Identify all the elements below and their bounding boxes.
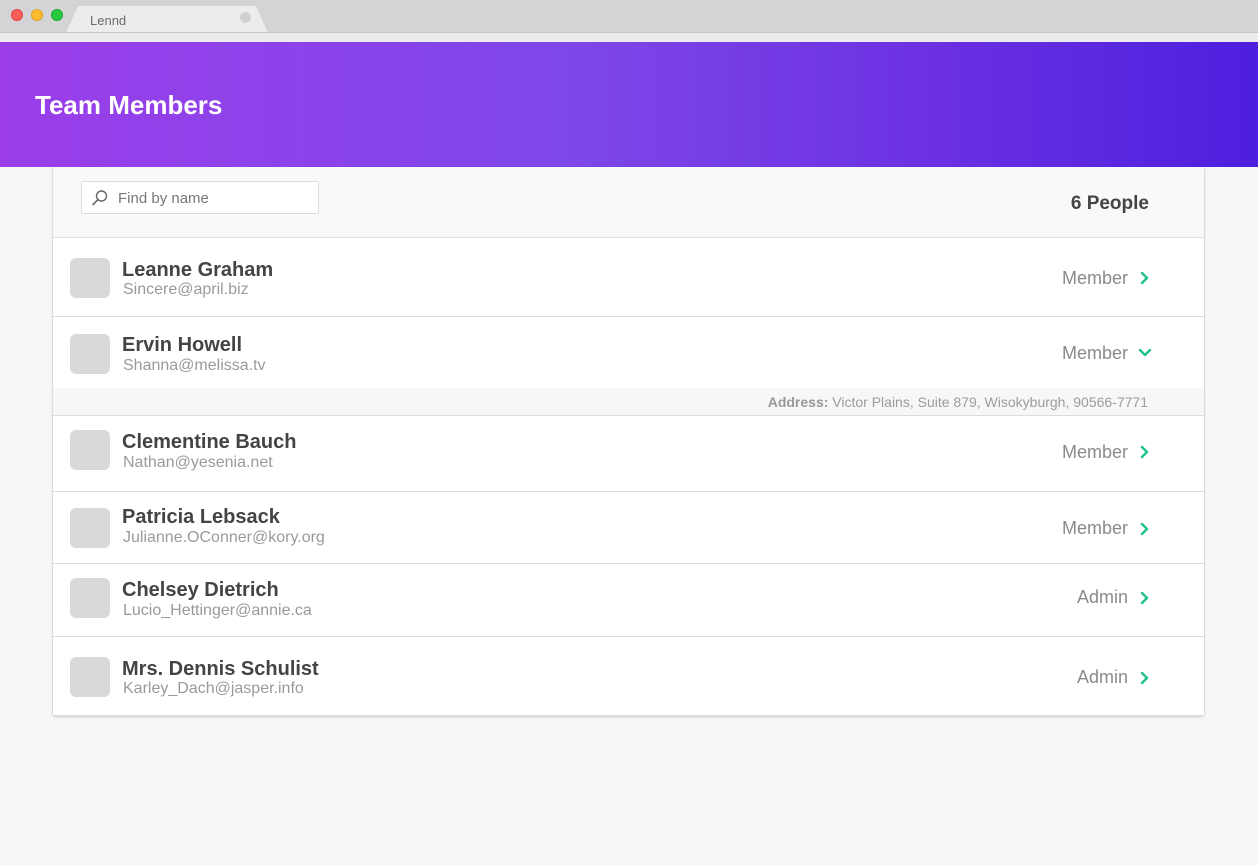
member-email: Shanna@melissa.tv [123,357,266,374]
member-email: Nathan@yesenia.net [123,454,273,471]
chevron-down-icon[interactable] [1138,346,1152,360]
member-role: Member [1061,518,1128,538]
member-row[interactable]: Leanne Graham Sincere@april.biz Member [53,238,1204,317]
page-header: Team Members [0,42,1258,167]
member-email: Sincere@april.biz [123,281,249,298]
member-name: Leanne Graham [122,259,274,281]
chevron-right-icon[interactable] [1138,445,1152,459]
member-name: Clementine Bauch [122,431,297,453]
member-address-panel: Address: Victor Plains, Suite 879, Wisok… [53,388,1204,415]
member-row[interactable]: Mrs. Dennis Schulist Karley_Dach@jasper.… [53,637,1204,716]
member-role: Member [1061,268,1128,288]
member-role: Member [1061,442,1128,462]
people-count: 6 People [1070,193,1149,214]
address-value: Victor Plains, Suite 879, Wisokyburgh, 9… [832,394,1148,410]
member-email: Julianne.OConner@kory.org [123,529,325,546]
avatar [70,508,110,548]
member-row[interactable]: Patricia Lebsack Julianne.OConner@kory.o… [53,492,1204,564]
browser-tab[interactable]: Lennd [66,6,268,33]
search-icon [92,190,108,206]
member-name: Ervin Howell [122,334,243,356]
avatar [70,334,110,374]
close-window-button[interactable] [11,9,23,21]
member-email: Karley_Dach@jasper.info [123,680,304,697]
member-role: Admin [1076,667,1128,687]
avatar [70,657,110,697]
chevron-right-icon[interactable] [1138,671,1152,685]
avatar [70,258,110,298]
chevron-right-icon[interactable] [1138,271,1152,285]
page-title: Team Members [35,90,223,120]
maximize-window-button[interactable] [51,9,63,21]
member-email: Lucio_Hettinger@annie.ca [123,602,312,619]
search-box[interactable] [81,181,319,214]
member-role: Admin [1076,587,1128,607]
team-members-card: 6 People Leanne Graham Sincere@april.biz… [52,167,1205,717]
chevron-right-icon[interactable] [1138,591,1152,605]
tab-title: Lennd [90,13,127,28]
search-input[interactable] [118,188,308,208]
member-name: Chelsey Dietrich [122,579,279,601]
minimize-window-button[interactable] [31,9,43,21]
avatar [70,430,110,470]
tab-close-icon[interactable] [240,12,251,23]
list-toolbar: 6 People [53,167,1204,238]
member-row[interactable]: Chelsey Dietrich Lucio_Hettinger@annie.c… [53,564,1204,637]
chevron-right-icon[interactable] [1138,522,1152,536]
browser-toolbar-strip [0,32,1258,42]
member-name: Mrs. Dennis Schulist [122,658,319,680]
member-row-expanded[interactable]: Ervin Howell Shanna@melissa.tv Member Ad… [53,317,1204,416]
member-name: Patricia Lebsack [122,506,280,528]
address-label: Address: [767,394,829,410]
member-row[interactable]: Clementine Bauch Nathan@yesenia.net Memb… [53,416,1204,492]
member-role: Member [1061,343,1128,363]
avatar [70,578,110,618]
member-address: Address: Victor Plains, Suite 879, Wisok… [768,394,1148,410]
